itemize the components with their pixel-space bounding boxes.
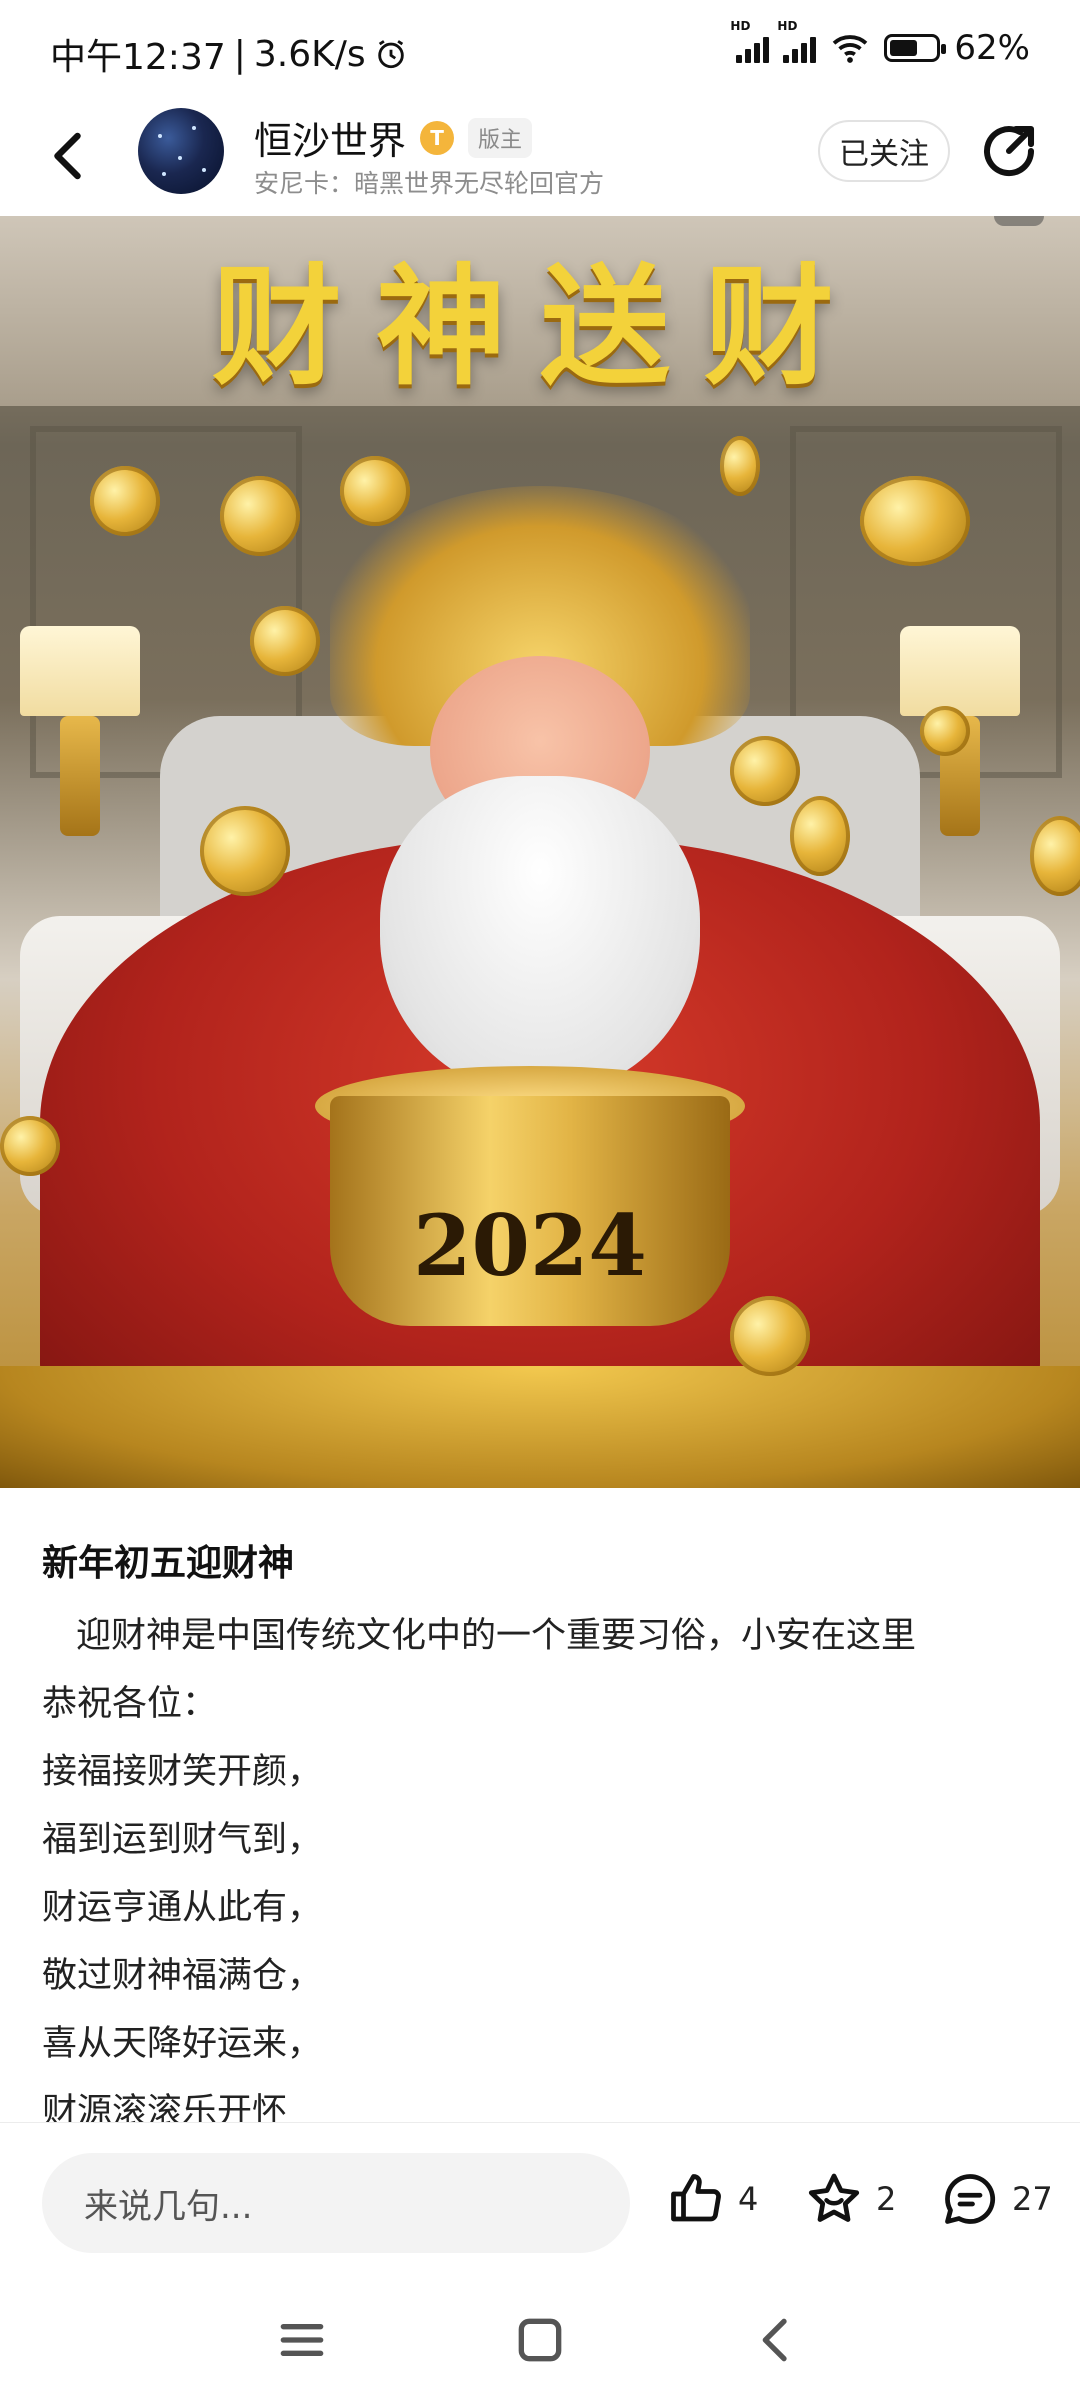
menu-icon[interactable] — [270, 2308, 334, 2372]
post-body: 新年初五迎财神 迎财神是中国传统文化中的一个重要习俗，小安在这里 恭祝各位： 接… — [42, 1540, 1042, 2146]
post-image[interactable]: 2024 财神送财 — [0, 216, 1080, 1488]
coin — [920, 706, 970, 756]
post-line: 接福接财笑开颜， — [42, 1752, 323, 1792]
beard — [380, 776, 700, 1096]
home-icon[interactable] — [508, 2308, 572, 2372]
like-button[interactable]: 4 — [666, 2169, 758, 2229]
avatar[interactable] — [138, 108, 224, 194]
favorite-button[interactable]: 2 — [804, 2169, 896, 2229]
level-badge: T — [420, 120, 455, 155]
status-left: 中午12:37 | 3.6K/s — [50, 28, 408, 80]
network-speed: 3.6K/s — [253, 33, 366, 75]
role-badge: 版主 — [468, 117, 533, 158]
post-title: 新年初五迎财神 — [42, 1543, 295, 1584]
user-subtitle: 安尼卡：暗黑世界无尽轮回官方 — [254, 169, 605, 198]
coin — [90, 466, 160, 536]
like-count: 4 — [738, 2180, 759, 2218]
coin — [220, 476, 300, 556]
signal-icon-2: HD — [777, 19, 817, 63]
alarm-icon — [377, 40, 404, 69]
back-arrow-icon[interactable] — [40, 126, 100, 186]
coin — [200, 806, 290, 896]
lamp-left — [20, 626, 140, 836]
comment-input[interactable]: 来说几句... — [42, 2153, 630, 2253]
coin — [730, 1296, 810, 1376]
star-icon — [808, 2173, 860, 2222]
nav-back-icon[interactable] — [744, 2308, 808, 2372]
share-icon[interactable] — [976, 118, 1042, 184]
battery-percent: 62% — [954, 28, 1030, 68]
action-bar: 来说几句... 4 2 27 — [0, 2122, 1080, 2283]
coin — [720, 436, 760, 496]
status-time: 中午12:37 — [50, 37, 226, 78]
post-header: 恒沙世界 T 版主 安尼卡：暗黑世界无尽轮回官方 已关注 — [0, 96, 1080, 216]
post-line: 敬过财神福满仓， — [42, 1956, 323, 1996]
post-line: 财运亨通从此有， — [42, 1888, 323, 1928]
comment-button[interactable]: 27 — [940, 2169, 1053, 2229]
coin — [790, 796, 850, 876]
name-row: 恒沙世界 T 版主 — [254, 110, 533, 165]
battery-icon — [884, 34, 947, 62]
status-right: HD HD 62% — [730, 19, 1030, 68]
post-content: 迎财神是中国传统文化中的一个重要习俗，小安在这里 恭祝各位： 接福接财笑开颜， … — [42, 1602, 1042, 2146]
coin — [860, 476, 970, 566]
post-line: 恭祝各位： — [42, 1684, 218, 1724]
signal-icon-1: HD — [730, 19, 770, 63]
comment-count: 27 — [1012, 2180, 1053, 2218]
coin — [0, 1116, 60, 1176]
pot-label: 2024 — [413, 1196, 647, 1295]
coin — [1030, 816, 1080, 896]
status-bar: 中午12:37 | 3.6K/s HD HD 62% — [0, 0, 1080, 96]
system-nav-bar — [0, 2282, 1080, 2400]
post-line: 福到运到财气到， — [42, 1820, 323, 1860]
image-title-art: 财神送财 — [211, 251, 868, 403]
coin — [250, 606, 320, 676]
coin — [340, 456, 410, 526]
coin — [730, 736, 800, 806]
post-line: 迎财神是中国传统文化中的一个重要习俗，小安在这里 — [76, 1616, 917, 1656]
wifi-icon — [833, 35, 868, 63]
thumbs-up-icon — [671, 2174, 721, 2222]
user-name[interactable]: 恒沙世界 — [254, 110, 406, 165]
post-line: 喜从天降好运来， — [42, 2024, 323, 2064]
follow-button[interactable]: 已关注 — [818, 120, 950, 182]
comment-icon — [945, 2174, 996, 2224]
favorite-count: 2 — [876, 2180, 897, 2218]
